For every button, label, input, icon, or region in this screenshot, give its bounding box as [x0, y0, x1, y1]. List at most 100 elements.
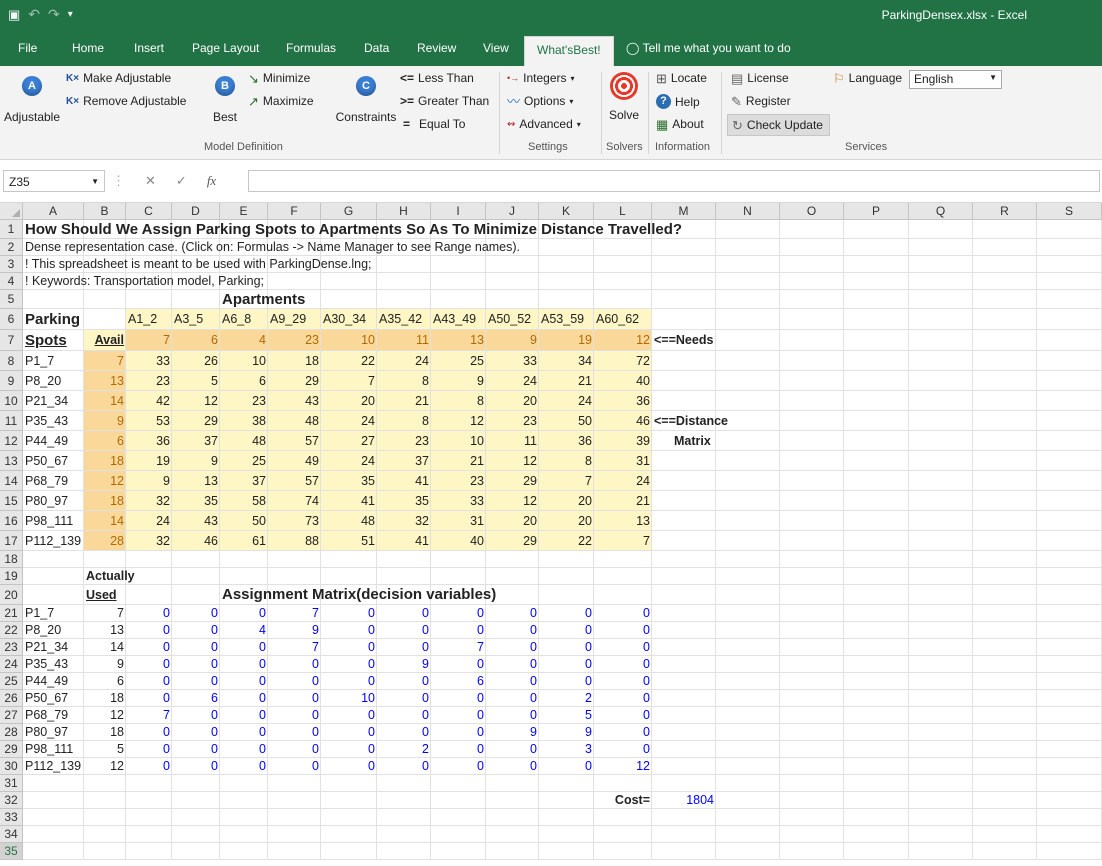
customize-qat-icon[interactable]: ▾ [68, 9, 73, 20]
spot-name[interactable]: P21_34 [23, 639, 84, 656]
row-header-32[interactable]: 32 [0, 792, 23, 809]
needs-value[interactable]: 4 [220, 330, 268, 351]
assignment-value[interactable]: 0 [594, 639, 652, 656]
assignment-value[interactable]: 0 [321, 656, 377, 673]
distance-value[interactable]: 21 [377, 391, 431, 411]
used-value[interactable]: 18 [84, 724, 126, 741]
assignment-value[interactable]: 0 [172, 605, 220, 622]
spot-name[interactable]: P50_67 [23, 451, 84, 471]
make-adjustable-button[interactable]: K× Make Adjustable [66, 71, 171, 85]
avail-value[interactable]: 14 [84, 511, 126, 531]
spot-name[interactable]: P35_43 [23, 411, 84, 431]
distance-value[interactable]: 20 [539, 491, 594, 511]
equal-to-button[interactable]: = Equal To [403, 117, 465, 131]
select-all-corner[interactable] [0, 203, 23, 220]
assignment-value[interactable]: 0 [377, 673, 431, 690]
distance-value[interactable]: 73 [268, 511, 321, 531]
distance-label[interactable]: <==Distance [652, 411, 780, 431]
assignment-value[interactable]: 0 [321, 639, 377, 656]
assignment-value[interactable]: 0 [321, 724, 377, 741]
distance-value[interactable]: 46 [172, 531, 220, 551]
avail-value[interactable]: 18 [84, 491, 126, 511]
assignment-value[interactable]: 0 [486, 690, 539, 707]
assignment-value[interactable]: 0 [594, 690, 652, 707]
used-value[interactable]: 7 [84, 605, 126, 622]
assignment-value[interactable]: 0 [539, 673, 594, 690]
row-header-18[interactable]: 18 [0, 551, 23, 568]
distance-value[interactable]: 19 [126, 451, 172, 471]
tab-home[interactable]: Home [72, 41, 104, 55]
distance-value[interactable]: 61 [220, 531, 268, 551]
distance-value[interactable]: 23 [377, 431, 431, 451]
distance-value[interactable]: 24 [126, 511, 172, 531]
best-button[interactable]: B Best [206, 76, 244, 124]
row-header-15[interactable]: 15 [0, 491, 23, 511]
row-header-17[interactable]: 17 [0, 531, 23, 551]
assignment-value[interactable]: 0 [594, 707, 652, 724]
assignment-value[interactable]: 0 [431, 707, 486, 724]
tab-review[interactable]: Review [417, 41, 456, 55]
assignment-value[interactable]: 0 [220, 690, 268, 707]
distance-value[interactable]: 18 [268, 351, 321, 371]
assignment-value[interactable]: 0 [126, 690, 172, 707]
distance-value[interactable]: 37 [377, 451, 431, 471]
row-header-24[interactable]: 24 [0, 656, 23, 673]
distance-value[interactable]: 7 [539, 471, 594, 491]
used-header[interactable]: Used [84, 585, 126, 605]
row-header-33[interactable]: 33 [0, 809, 23, 826]
spot-name[interactable]: P8_20 [23, 622, 84, 639]
redo-icon[interactable]: ↷ [48, 6, 60, 23]
assignment-value[interactable]: 7 [126, 707, 172, 724]
distance-value[interactable]: 53 [126, 411, 172, 431]
assignment-value[interactable]: 0 [431, 656, 486, 673]
distance-value[interactable]: 21 [431, 451, 486, 471]
assignment-value[interactable]: 0 [321, 673, 377, 690]
column-header-c[interactable]: C [126, 203, 172, 220]
distance-value[interactable]: 32 [126, 491, 172, 511]
distance-value[interactable]: 10 [431, 431, 486, 451]
assignment-value[interactable]: 0 [220, 639, 268, 656]
apartment-name[interactable]: A1_2 [126, 309, 172, 330]
distance-value[interactable]: 31 [594, 451, 652, 471]
sheet-note[interactable]: ! Keywords: Transportation model, Parkin… [23, 273, 594, 290]
column-header-l[interactable]: L [594, 203, 652, 220]
distance-value[interactable]: 24 [321, 451, 377, 471]
apartment-name[interactable]: A30_34 [321, 309, 377, 330]
assignment-value[interactable]: 0 [172, 758, 220, 775]
assignment-value[interactable]: 0 [486, 656, 539, 673]
assignment-value[interactable]: 10 [321, 690, 377, 707]
distance-value[interactable]: 13 [594, 511, 652, 531]
spot-name[interactable]: P112_139 [23, 531, 84, 551]
distance-value[interactable]: 48 [321, 511, 377, 531]
distance-value[interactable]: 50 [539, 411, 594, 431]
locate-button[interactable]: ⊞ Locate [656, 71, 707, 85]
tell-me-search[interactable]: ◯ Tell me what you want to do [626, 41, 791, 55]
apartment-name[interactable]: A6_8 [220, 309, 268, 330]
formula-input[interactable] [248, 170, 1100, 192]
used-value[interactable]: 12 [84, 707, 126, 724]
assignment-value[interactable]: 0 [126, 639, 172, 656]
distance-value[interactable]: 29 [486, 531, 539, 551]
distance-value[interactable]: 57 [268, 431, 321, 451]
spot-name[interactable]: P1_7 [23, 351, 84, 371]
tab-whatsbest[interactable]: What'sBest! [524, 36, 614, 66]
assignment-value[interactable]: 4 [220, 622, 268, 639]
used-value[interactable]: 13 [84, 622, 126, 639]
apartment-name[interactable]: A60_62 [594, 309, 652, 330]
spot-name[interactable]: P21_34 [23, 391, 84, 411]
column-header-b[interactable]: B [84, 203, 126, 220]
needs-value[interactable]: 11 [377, 330, 431, 351]
column-header-s[interactable]: S [1037, 203, 1102, 220]
assignment-value[interactable]: 0 [431, 622, 486, 639]
assignment-value[interactable]: 0 [486, 673, 539, 690]
assignment-value[interactable]: 2 [377, 741, 431, 758]
assignment-value[interactable]: 0 [268, 690, 321, 707]
assignment-value[interactable]: 6 [172, 690, 220, 707]
solve-button[interactable]: Solve [606, 72, 642, 122]
assignment-value[interactable]: 0 [268, 673, 321, 690]
avail-header[interactable]: Avail [84, 330, 126, 351]
assignment-value[interactable]: 0 [126, 656, 172, 673]
assignment-value[interactable]: 3 [539, 741, 594, 758]
row-header-20[interactable]: 20 [0, 585, 23, 605]
row-header-30[interactable]: 30 [0, 758, 23, 775]
